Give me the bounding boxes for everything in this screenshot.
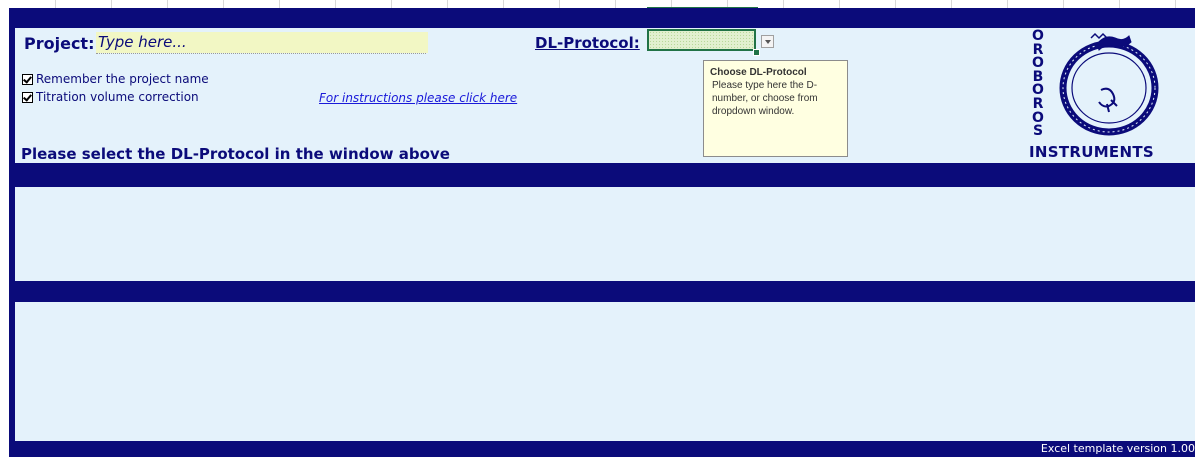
dl-protocol-label: DL-Protocol:: [535, 34, 640, 52]
dl-protocol-tooltip: Choose DL-Protocol Please type here the …: [703, 60, 848, 157]
oroboros-serpent-icon: [1059, 32, 1159, 136]
titration-correction-label: Titration volume correction: [36, 90, 199, 104]
remember-project-label: Remember the project name: [36, 72, 209, 86]
content-panel-1: [15, 187, 1195, 281]
dl-protocol-cell[interactable]: [647, 29, 756, 51]
tooltip-body: Please type here the D-number, or choose…: [712, 80, 818, 117]
content-panel-2: [15, 302, 1195, 441]
select-protocol-message: Please select the DL-Protocol in the win…: [21, 145, 450, 163]
project-name-input[interactable]: [96, 32, 428, 53]
project-label: Project:: [24, 34, 95, 53]
header-band: [9, 8, 1195, 28]
column-gridlines: [0, 0, 1195, 9]
titration-correction-option[interactable]: Titration volume correction: [22, 90, 199, 104]
section-band-1: [9, 163, 1195, 187]
fill-handle[interactable]: [753, 49, 760, 56]
logo-vertical-text: OROBOROS: [1032, 28, 1044, 140]
section-band-2: [9, 281, 1195, 302]
remember-project-option[interactable]: Remember the project name: [22, 72, 209, 86]
dl-protocol-dropdown-button[interactable]: [761, 35, 774, 48]
footer-band: [9, 441, 1195, 457]
project-input-underline: [96, 53, 426, 54]
template-version: Excel template version 1.00: [1040, 442, 1195, 455]
remember-project-checkbox[interactable]: [22, 73, 33, 85]
logo-horizontal-text: INSTRUMENTS: [1029, 143, 1154, 161]
titration-correction-checkbox[interactable]: [22, 91, 33, 103]
instructions-link[interactable]: For instructions please click here: [319, 91, 517, 105]
tooltip-title: Choose DL-Protocol: [710, 67, 807, 78]
